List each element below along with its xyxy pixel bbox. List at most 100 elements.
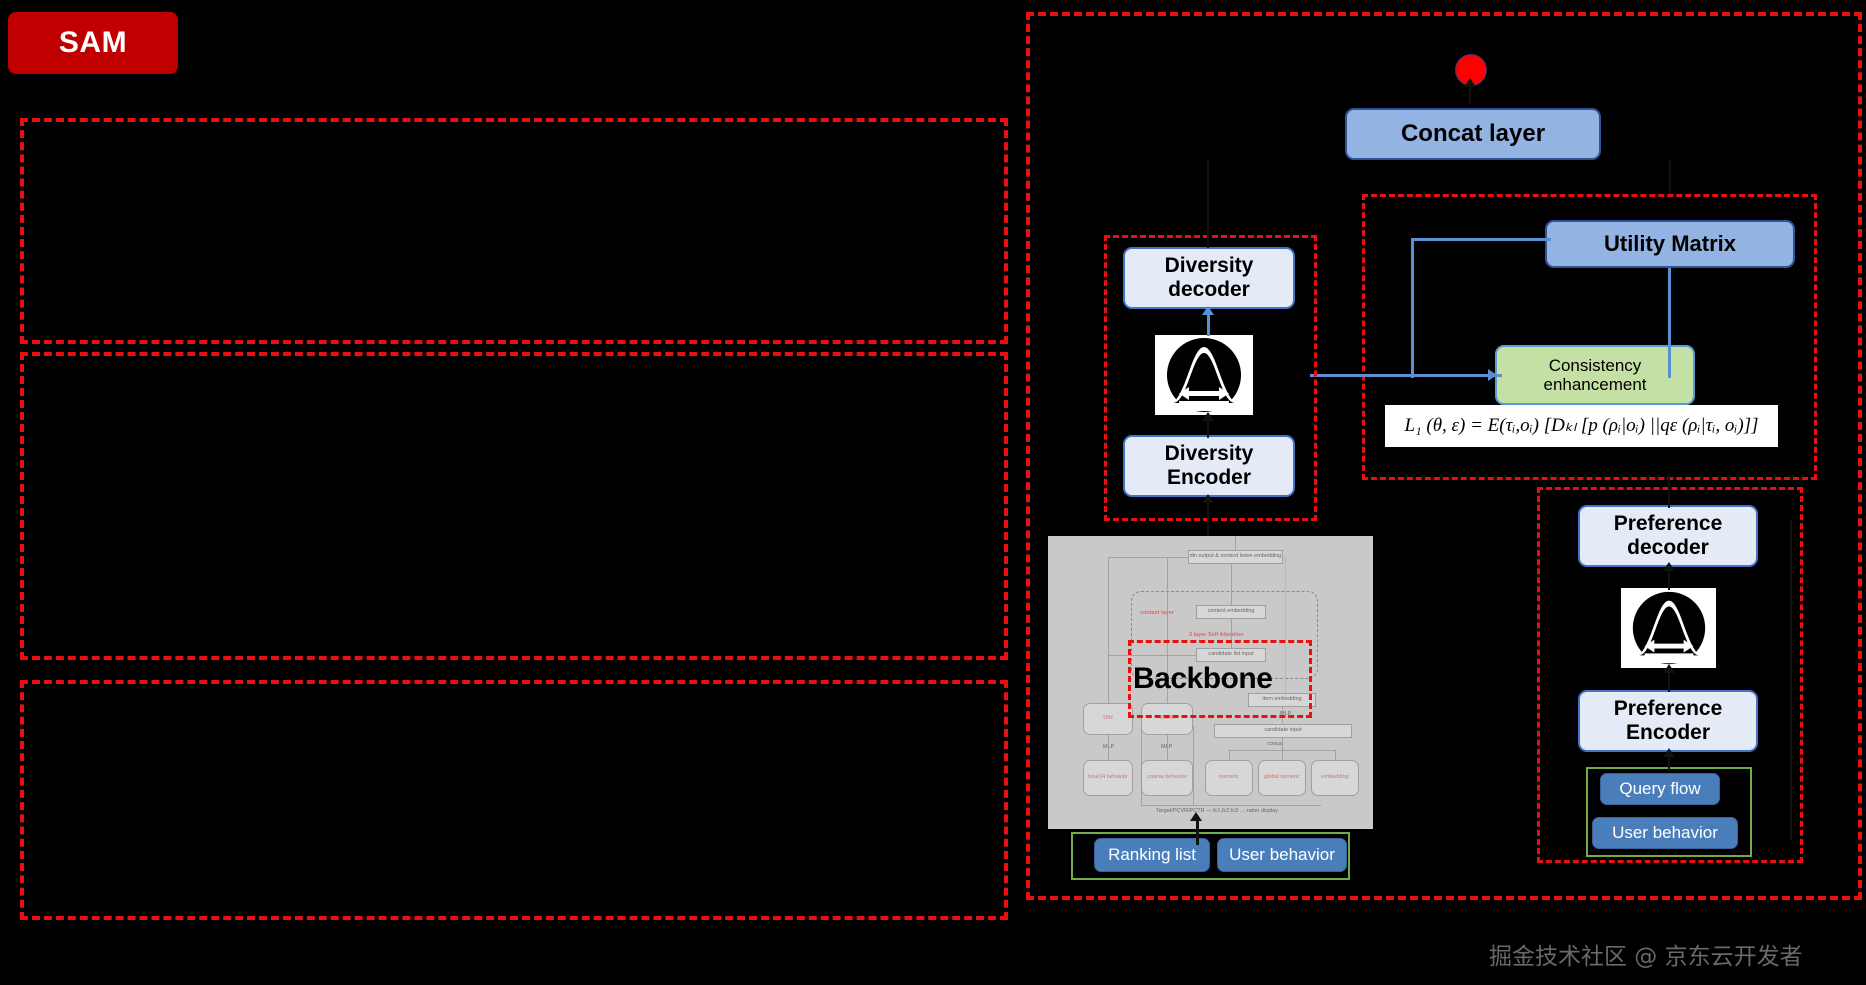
backbone-din-box: DIN (1083, 703, 1133, 735)
user-behavior-bottom-label: User behavior (1229, 845, 1335, 865)
left-dashed-panel-middle (20, 352, 1008, 660)
backbone-coarse-behavior-box: coarse behavior (1141, 760, 1193, 796)
diversity-to-concat-line (1207, 160, 1209, 248)
inputs-to-backbone-arrow (1190, 812, 1202, 821)
preference-decoder-node[interactable]: Preference decoder (1578, 505, 1758, 567)
user-behavior-bottom-node[interactable]: User behavior (1217, 838, 1347, 872)
backbone-global-numeric-box: global numeric (1258, 760, 1306, 796)
preference-encoder-label-line2: Encoder (1625, 721, 1711, 744)
diversity-encoder-to-icon-arrow (1202, 412, 1214, 421)
consistency-enhancement-node[interactable]: Consistency enhancement (1495, 345, 1695, 405)
left-dashed-panel-top (20, 118, 1008, 344)
backbone-content-embedding-box: content embedding (1196, 605, 1266, 619)
user-behavior-right-node[interactable]: User behavior (1592, 817, 1738, 849)
backbone-hour-behavior-box: hour24 behavior (1083, 760, 1133, 796)
dot-to-concat-line (1469, 84, 1471, 104)
backbone-content-embedding-label: content embedding (1207, 608, 1255, 615)
sam-badge: SAM (8, 12, 178, 74)
preference-encoder-to-icon-line (1668, 670, 1670, 692)
bb-line-bottom-right (1193, 726, 1194, 805)
preference-encoder-label-line1: Preference (1613, 697, 1723, 721)
bb-line-red-top (1281, 557, 1287, 558)
backbone-din-label: DIN (1103, 715, 1113, 722)
backbone-candidate-input-box: candidate input (1214, 724, 1352, 738)
backbone-embedding-label: embedding (1321, 774, 1349, 781)
concat-layer-label: Concat layer (1400, 119, 1546, 147)
backbone-hour-behavior-label: hour24 behavior (1088, 774, 1128, 781)
backbone-global-numeric-label: global numeric (1264, 774, 1300, 781)
preference-right-rail (1790, 520, 1792, 840)
diversity-encoder-label-line2: Encoder (1166, 466, 1252, 489)
utility-feedback-vertical (1668, 268, 1671, 378)
bb-line-spread-r (1335, 750, 1336, 760)
backbone-embedding-box: embedding (1311, 760, 1359, 796)
preference-decoder-label-line1: Preference (1613, 512, 1723, 536)
preference-encoder-to-icon-arrow (1663, 664, 1675, 673)
diversity-decoder-label-line2: decoder (1168, 278, 1250, 301)
backbone-din-output-label: din output & context listen embedding (1189, 553, 1282, 560)
inputs-to-preference-encoder-arrow (1663, 748, 1675, 757)
diversity-encoder-node[interactable]: Diversity Encoder (1123, 435, 1295, 497)
diversity-decoder-node[interactable]: Diversity decoder (1123, 247, 1295, 309)
bb-line-content-up (1231, 564, 1232, 605)
diversity-decoder-label-line1: Diversity (1164, 254, 1254, 278)
backbone-bottom-caption: Target/PCVR/PCTR — fc1,fc2,fc3 … raton d… (1156, 808, 1278, 814)
backbone-numeric-box: numeric (1205, 760, 1253, 796)
diversity-icon-to-decoder-arrow (1202, 306, 1214, 315)
watermark: 掘金技术社区 @ 京东云开发者 (1489, 937, 1803, 971)
watermark-text: 掘金技术社区 @ 京东云开发者 (1489, 944, 1803, 970)
distribution-glyph (1632, 591, 1705, 665)
bb-line-cand-up (1282, 738, 1283, 760)
backbone-to-diversity-line (1207, 498, 1209, 538)
diagram-canvas: SAM Concat layer Utility Matrix Consiste… (0, 0, 1866, 985)
consistency-enhancement-label-line2: enhancement (1543, 375, 1647, 394)
bb-line-top-vert (1235, 536, 1236, 550)
user-behavior-right-label: User behavior (1612, 823, 1718, 843)
consistency-enhancement-label-line1: Consistency (1548, 355, 1642, 375)
ranking-list-node[interactable]: Ranking list (1094, 838, 1210, 872)
loss-formula-box: L₁ (θ, ε) = E(τᵢ,oᵢ) [Dₖₗ [p (ρᵢ|oᵢ) ||q… (1385, 405, 1778, 447)
query-flow-node[interactable]: Query flow (1600, 773, 1720, 805)
bb-line-bottom-left (1141, 726, 1142, 805)
distribution-glyph (1167, 338, 1241, 412)
query-flow-label: Query flow (1619, 779, 1701, 799)
utility-matrix-node[interactable]: Utility Matrix (1545, 220, 1795, 268)
inputs-to-backbone-line (1196, 820, 1199, 845)
sam-badge-label: SAM (58, 26, 128, 59)
bb-line-hour-up (1108, 735, 1109, 760)
backbone-to-diversity-arrow (1202, 494, 1214, 503)
diversity-encoder-label-line1: Diversity (1164, 442, 1254, 466)
diversity-encoder-to-icon-line (1207, 418, 1209, 438)
consistency-to-utility-vertical (1411, 238, 1414, 378)
consistency-input-arrow (1488, 369, 1497, 381)
concat-layer-node[interactable]: Concat layer (1345, 108, 1601, 160)
bb-line-left-rail (1108, 557, 1109, 703)
bb-line-left-rail-top (1108, 557, 1188, 558)
backbone-self-attention-label: 3 layer Self Attention (1189, 632, 1244, 638)
preference-distribution-icon (1621, 588, 1716, 668)
backbone-candidate-input-label: candidate input (1264, 727, 1302, 734)
preference-decoder-label-line2: decoder (1627, 536, 1709, 559)
diversity-distribution-icon (1155, 335, 1253, 415)
preference-encoder-node[interactable]: Preference Encoder (1578, 690, 1758, 752)
backbone-concat-small-label: concat (1267, 741, 1284, 747)
diversity-icon-to-decoder-line (1207, 312, 1210, 336)
left-dashed-panel-bottom (20, 680, 1008, 920)
preference-icon-to-decoder-arrow (1663, 562, 1675, 571)
dot-to-concat-arrow (1464, 78, 1476, 87)
backbone-din-output-box: din output & context listen embedding (1188, 550, 1283, 564)
consistency-to-utility-horizontal (1411, 238, 1551, 241)
backbone-numeric-label: numeric (1219, 774, 1239, 781)
utility-to-concat-line (1669, 160, 1671, 198)
backbone-title: Backbone (1133, 662, 1273, 695)
backbone-context-layer-label: context layer (1140, 610, 1174, 616)
bb-line-cand-spread (1229, 750, 1335, 751)
utility-matrix-label: Utility Matrix (1603, 230, 1737, 256)
bb-line-bottom-rail (1141, 805, 1321, 806)
ranking-list-label: Ranking list (1108, 845, 1196, 865)
bb-line-coarse-up (1167, 735, 1168, 760)
preference-to-concat-vertical (1668, 474, 1670, 508)
preference-icon-to-decoder-line (1668, 568, 1670, 590)
backbone-coarse-behavior-label: coarse behavior (1147, 774, 1187, 781)
loss-formula-text: L₁ (θ, ε) = E(τᵢ,oᵢ) [Dₖₗ [p (ρᵢ|oᵢ) ||q… (1404, 415, 1759, 437)
